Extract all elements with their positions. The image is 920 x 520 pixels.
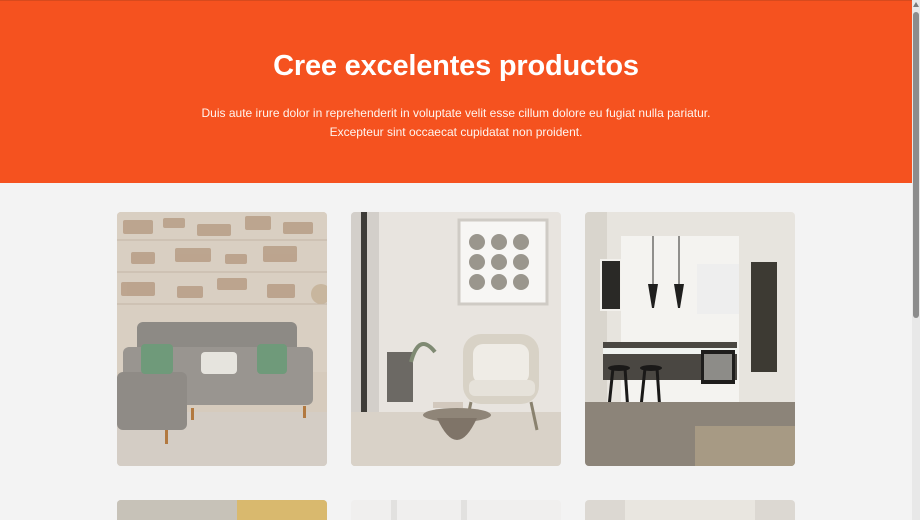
gallery-card-4[interactable] (117, 500, 327, 520)
photo-partial (117, 500, 327, 520)
photo-partial (585, 500, 795, 520)
gallery-card-kitchen[interactable] (585, 212, 795, 466)
vertical-scrollbar[interactable] (912, 0, 920, 520)
page: Cree excelentes productos Duis aute irur… (0, 0, 920, 520)
hero-banner: Cree excelentes productos Duis aute irur… (0, 0, 912, 183)
hero-description: Duis aute irure dolor in reprehenderit i… (0, 104, 912, 142)
scroll-up-arrow-icon[interactable] (913, 2, 919, 7)
gallery-card-living-room[interactable] (117, 212, 327, 466)
hero-title: Cree excelentes productos (273, 50, 639, 82)
living-room-photo (117, 212, 327, 466)
gallery-card-armchair[interactable] (351, 212, 561, 466)
photo-partial (351, 500, 561, 520)
gallery-card-5[interactable] (351, 500, 561, 520)
armchair-photo (351, 212, 561, 466)
hero-description-line-2: Excepteur sint occaecat cupidatat non pr… (329, 125, 583, 139)
gallery-card-6[interactable] (585, 500, 795, 520)
scrollbar-thumb[interactable] (913, 12, 919, 318)
hero-description-line-1: Duis aute irure dolor in reprehenderit i… (201, 106, 711, 120)
kitchen-photo (585, 212, 795, 466)
